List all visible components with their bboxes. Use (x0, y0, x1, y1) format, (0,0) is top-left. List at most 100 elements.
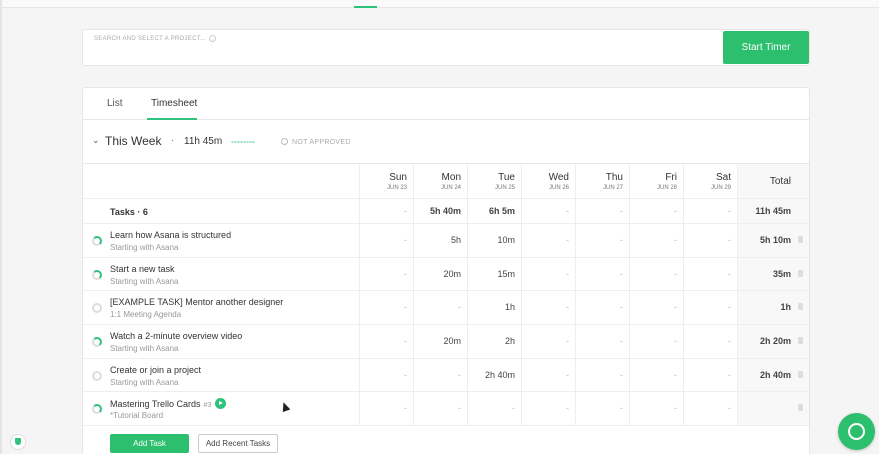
task-day-value: 20m (413, 325, 467, 358)
trash-icon[interactable] (798, 236, 803, 243)
help-chat-icon[interactable] (838, 413, 875, 450)
progress-ring-icon[interactable] (92, 236, 102, 246)
task-tag: #3 (203, 402, 212, 410)
task-title-wrap: Start a new task (110, 264, 175, 274)
progress-ring-icon[interactable] (92, 370, 102, 381)
table-row[interactable]: Create or join a project Starting with As… (83, 358, 809, 393)
task-day-value: - (521, 291, 575, 325)
summary-total: 11h 45m (737, 199, 809, 223)
task-title-wrap: Learn how Asana is structured (110, 230, 231, 240)
task-day-value: - (683, 224, 737, 257)
week-header: ⌄ This Week · 11h 45m NOT APPROVED (83, 132, 809, 152)
chevron-down-icon[interactable]: ⌄ (92, 135, 100, 146)
day-date: JUN 24 (440, 185, 461, 191)
task-title[interactable]: Start a new task (110, 264, 175, 274)
task-project: Starting with Asana (110, 276, 179, 286)
day-name: Mon (441, 172, 461, 183)
task-day-value: - (521, 392, 575, 426)
progress-ring-icon[interactable] (92, 269, 102, 280)
trash-icon[interactable] (798, 370, 803, 378)
task-day-value: - (629, 358, 683, 392)
task-project: Starting with Asana (110, 377, 179, 387)
task-day-value: - (359, 392, 413, 426)
table-row[interactable]: [EXAMPLE TASK] Mentor another designer 1:… (83, 291, 809, 326)
summary-row: Tasks · 6-5h 40m 6h 5m - - - -11h 45m (83, 199, 809, 224)
trash-icon[interactable] (798, 337, 803, 345)
summary-day-value: - (683, 199, 737, 223)
task-day-value: - (683, 325, 737, 358)
clock-icon (281, 138, 288, 145)
task-title-wrap: Watch a 2-minute overview video (110, 331, 242, 341)
day-date: JUN 25 (494, 185, 515, 191)
add-task-button[interactable]: Add Task (110, 434, 189, 453)
table-row[interactable]: Watch a 2-minute overview video Starting … (83, 325, 809, 359)
task-title[interactable]: Create or join a project (110, 365, 201, 375)
trash-icon[interactable] (798, 269, 803, 277)
task-title-wrap: [EXAMPLE TASK] Mentor another designer (110, 297, 283, 307)
task-day-value: - (575, 291, 629, 325)
tab-list[interactable]: List (107, 98, 123, 109)
task-day-value: - (359, 325, 413, 358)
task-title[interactable]: [EXAMPLE TASK] Mentor another designer (110, 297, 283, 307)
day-name: Sat (715, 172, 731, 183)
view-tabs: List Timesheet (83, 88, 809, 120)
day-date: JUN 28 (656, 185, 677, 191)
progress-ring-icon[interactable] (92, 303, 102, 314)
summary-day-value: 6h 5m (467, 199, 521, 223)
task-day-value: - (359, 224, 413, 257)
task-day-value: - (683, 392, 737, 426)
day-name: Thu (605, 172, 623, 183)
day-date: JUN 29 (710, 185, 731, 191)
add-recent-tasks-button[interactable]: Add Recent Tasks (198, 434, 278, 453)
start-timer-button[interactable]: Start Timer (723, 31, 809, 64)
week-separator: · (171, 135, 175, 146)
day-name: Tue (498, 172, 515, 183)
table-row[interactable]: Start a new task Starting with Asana -20m 1… (83, 257, 809, 292)
week-total: 11h 45m (184, 136, 223, 147)
trash-icon[interactable] (798, 303, 803, 311)
trash-icon[interactable] (798, 404, 803, 412)
task-day-value: - (683, 291, 737, 325)
table-row[interactable]: Mastering Trello Cards #3 *Tutorial Board -… (83, 392, 809, 427)
day-column-header: Wed JUN 26 (521, 164, 575, 198)
task-title[interactable]: Learn how Asana is structured (110, 230, 231, 240)
day-name: Wed (548, 172, 569, 183)
active-nav-indicator (354, 6, 377, 8)
task-title[interactable]: Mastering Trello Cards (110, 399, 201, 409)
shield-icon[interactable] (10, 434, 26, 450)
play-icon[interactable] (215, 398, 227, 410)
day-column-header: Mon JUN 24 (413, 164, 467, 198)
task-day-value: - (521, 224, 575, 257)
day-name: Fri (665, 172, 677, 183)
task-day-value: - (629, 392, 683, 426)
info-icon[interactable] (208, 35, 216, 42)
progress-ring-icon[interactable] (92, 404, 102, 415)
task-title-wrap: Create or join a project (110, 365, 201, 375)
table-row[interactable]: Learn how Asana is structured Starting wi… (83, 224, 809, 258)
task-day-value: 10m (467, 224, 521, 257)
task-day-value: - (359, 358, 413, 392)
task-day-value: 5h (413, 224, 467, 257)
task-day-value: - (575, 224, 629, 257)
day-date: JUN 27 (602, 185, 623, 191)
task-day-value: - (683, 358, 737, 392)
task-title-wrap: Mastering Trello Cards #3 (110, 398, 227, 410)
task-day-value: - (521, 325, 575, 358)
progress-ring-icon[interactable] (92, 337, 102, 348)
task-day-value: 2h (467, 325, 521, 358)
timesheet-table: Sun JUN 23 Mon JUN 24 Tue JUN 25 Wed JUN 26 Thu J… (83, 163, 809, 427)
day-column-header: Sun JUN 23 (359, 164, 413, 198)
dots-indicator-icon (231, 141, 255, 143)
project-search[interactable]: SEARCH AND SELECT A PROJECT... (82, 29, 810, 66)
sidebar-edge (0, 0, 2, 454)
task-day-value: - (413, 291, 467, 325)
task-title[interactable]: Watch a 2-minute overview video (110, 331, 242, 341)
task-project: *Tutorial Board (110, 411, 164, 421)
tab-timesheet[interactable]: Timesheet (151, 98, 197, 109)
task-day-value: - (521, 358, 575, 392)
task-day-value: - (683, 257, 737, 291)
task-day-value: - (575, 392, 629, 426)
task-day-value: 2h 40m (467, 358, 521, 392)
summary-day-value: 5h 40m (413, 199, 467, 223)
search-label-wrap: SEARCH AND SELECT A PROJECT... (94, 35, 216, 42)
